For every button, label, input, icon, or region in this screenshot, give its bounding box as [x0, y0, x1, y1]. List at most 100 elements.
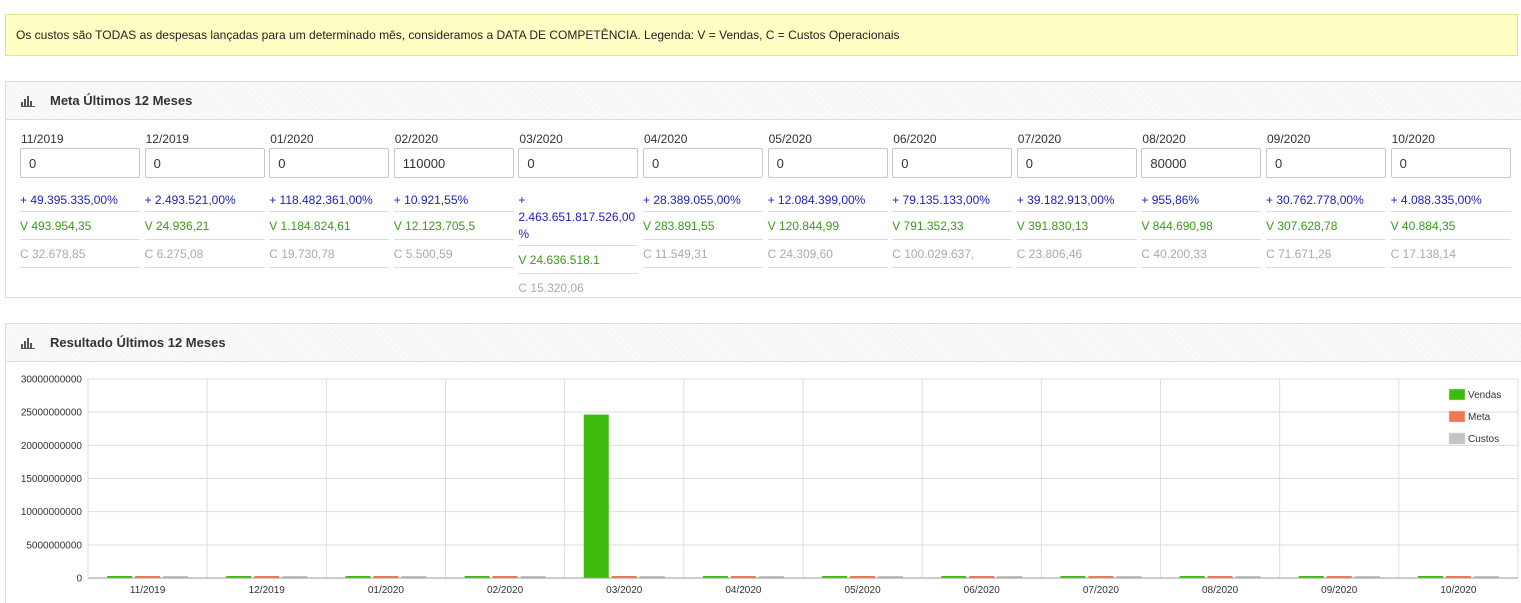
meta-panel-header: Meta Últimos 12 Meses: [6, 82, 1521, 120]
meta-input[interactable]: [767, 148, 888, 178]
meta-input[interactable]: [1266, 148, 1386, 178]
vendas-value: V 24.636.518.1: [518, 246, 639, 274]
month-column: 03/2020 + 2.463.651.817.526,00%V 24.636.5…: [518, 130, 639, 302]
custos-value: C 24.309,60: [767, 240, 888, 268]
y-tick-label: 30000000000: [21, 375, 83, 386]
month-label: 01/2020: [270, 132, 314, 146]
legend-label: Meta: [1468, 412, 1491, 423]
vendas-value: V 493.954,35: [20, 212, 140, 240]
y-tick-label: 0: [76, 574, 82, 585]
month-column: 05/2020 + 12.084.399,00%V 120.844,99C 24.…: [767, 130, 888, 268]
month-label: 07/2020: [1017, 132, 1062, 146]
x-tick-label: 12/2019: [249, 585, 286, 596]
meta-percentage: + 49.395.335,00%: [20, 192, 140, 212]
meta-input[interactable]: [518, 148, 639, 178]
meta-input[interactable]: [892, 148, 1013, 178]
month-column: 04/2020 + 28.389.055,00%V 283.891,55C 11.…: [643, 130, 763, 268]
legend-label: Vendas: [1468, 390, 1501, 401]
meta-percentage: + 28.389.055,00%: [643, 192, 763, 212]
custos-value: C 17.138,14: [1390, 240, 1511, 268]
custos-value: C 100.029.637,: [892, 240, 1013, 268]
vendas-value: V 283.891,55: [643, 212, 763, 240]
month-column: 01/2020 + 118.482.361,00%V 1.184.824,61C …: [269, 130, 390, 268]
custos-value: C 32.678,85: [20, 240, 140, 268]
custos-value: C 11.549,31: [643, 240, 763, 268]
y-tick-label: 25000000000: [21, 408, 83, 419]
meta-input[interactable]: [643, 148, 763, 178]
month-label: 10/2020: [1391, 132, 1435, 146]
x-tick-label: 07/2020: [1083, 585, 1120, 596]
meta-percentage: + 4.088.335,00%: [1390, 192, 1511, 212]
custos-value: C 6.275,08: [144, 240, 265, 268]
month-column: 02/2020 + 10.921,55%V 12.123.705,5C 5.500…: [393, 130, 514, 268]
meta-panel: Meta Últimos 12 Meses 11/2019 + 49.395.33…: [5, 81, 1521, 298]
vendas-value: V 12.123.705,5: [393, 212, 514, 240]
x-tick-label: 06/2020: [964, 585, 1001, 596]
x-tick-label: 09/2020: [1321, 585, 1358, 596]
x-tick-label: 03/2020: [606, 585, 643, 596]
month-column: 09/2020 + 30.762.778,00%V 307.628,78C 71.…: [1266, 130, 1386, 268]
result-bar-chart: 0 5000000000 10000000000 15000000000 2000000…: [21, 375, 1519, 596]
meta-percentage: + 118.482.361,00%: [269, 192, 390, 212]
vendas-value: V 307.628,78: [1266, 212, 1386, 240]
vendas-value: V 1.184.824,61: [269, 212, 390, 240]
bar-vendas[interactable]: [583, 414, 609, 578]
meta-percentage: + 10.921,55%: [393, 192, 514, 212]
custos-value: C 40.200,33: [1141, 240, 1262, 268]
custos-value: C 5.500,59: [393, 240, 514, 268]
meta-percentage: + 2.463.651.817.526,00%: [518, 192, 639, 246]
meta-percentage: + 30.762.778,00%: [1266, 192, 1386, 212]
meta-panel-title: Meta Últimos 12 Meses: [50, 93, 193, 108]
chart-panel: Resultado Últimos 12 Meses 0 5000000000 10…: [5, 323, 1521, 603]
chart-panel-title: Resultado Últimos 12 Meses: [50, 335, 226, 350]
month-label: 02/2020: [394, 132, 439, 146]
vendas-value: V 844.690,98: [1141, 212, 1262, 240]
month-label: 03/2020: [519, 132, 563, 146]
month-label: 05/2020: [768, 132, 812, 146]
month-column: 06/2020 + 79.135.133,00%V 791.352,33C 100…: [892, 130, 1013, 268]
y-tick-label: 10000000000: [21, 507, 83, 518]
bar-chart-icon: [21, 337, 35, 349]
y-tick-label: 5000000000: [26, 540, 82, 551]
y-tick-label: 15000000000: [21, 474, 83, 485]
x-tick-label: 08/2020: [1202, 585, 1239, 596]
month-column: 07/2020 + 39.182.913,00%V 391.830,13C 23.…: [1016, 130, 1137, 268]
x-tick-label: 05/2020: [845, 585, 882, 596]
month-label: 04/2020: [644, 132, 688, 146]
custos-value: C 71.671,26: [1266, 240, 1386, 268]
month-label: 08/2020: [1142, 132, 1186, 146]
legend-label: Custos: [1468, 434, 1499, 445]
month-column: 10/2020 + 4.088.335,00%V 40.884,35C 17.13…: [1390, 130, 1511, 268]
meta-input[interactable]: [393, 148, 514, 178]
month-column: 08/2020 + 955,86%V 844.690,98C 40.200,33: [1141, 130, 1262, 268]
month-label: 09/2020: [1267, 132, 1311, 146]
meta-percentage: + 12.084.399,00%: [767, 192, 888, 212]
y-tick-label: 20000000000: [21, 441, 83, 452]
month-column: 12/2019 + 2.493.521,00%V 24.936,21C 6.275…: [144, 130, 265, 268]
vendas-value: V 791.352,33: [892, 212, 1013, 240]
legend-swatch: [1448, 432, 1466, 445]
meta-input[interactable]: [1016, 148, 1137, 178]
meta-input[interactable]: [1390, 148, 1511, 178]
vendas-value: V 391.830,13: [1016, 212, 1137, 240]
month-label: 12/2019: [145, 132, 189, 146]
meta-percentage: + 2.493.521,00%: [144, 192, 265, 212]
bar-chart-icon: [21, 95, 35, 107]
meta-input[interactable]: [1141, 148, 1262, 178]
x-tick-label: 02/2020: [487, 585, 524, 596]
custos-value: C 15.320,06: [518, 281, 584, 295]
chart-panel-header: Resultado Últimos 12 Meses: [6, 324, 1521, 362]
info-notice: Os custos são TODAS as despesas lançadas…: [5, 14, 1518, 56]
vendas-value: V 120.844,99: [767, 212, 888, 240]
meta-percentage: + 79.135.133,00%: [892, 192, 1013, 212]
vendas-value: V 40.884,35: [1390, 212, 1511, 240]
meta-input[interactable]: [269, 148, 390, 178]
vendas-value: V 24.936,21: [144, 212, 265, 240]
custos-value: C 23.806,46: [1016, 240, 1137, 268]
x-tick-label: 01/2020: [368, 585, 405, 596]
legend-swatch: [1448, 410, 1466, 423]
meta-input[interactable]: [144, 148, 265, 178]
meta-input[interactable]: [20, 148, 140, 178]
x-tick-label: 04/2020: [725, 585, 762, 596]
month-label: 11/2019: [21, 132, 64, 146]
